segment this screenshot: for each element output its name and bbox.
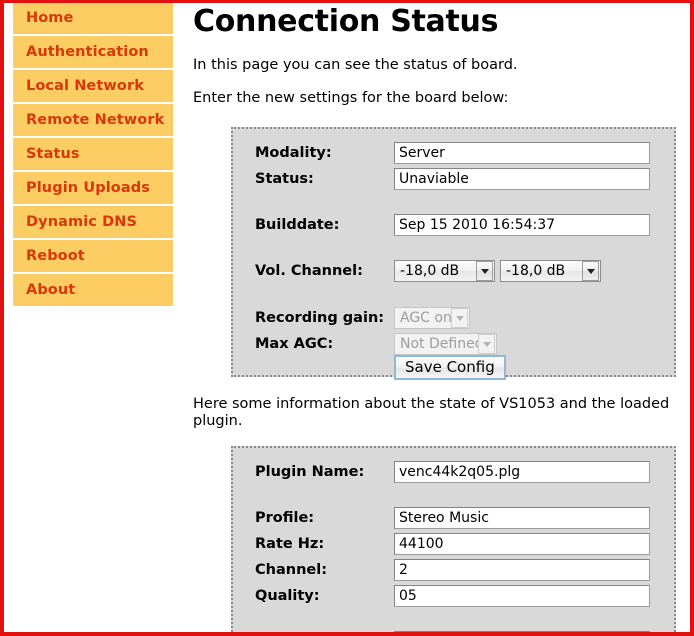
sidebar-item-about[interactable]: About — [13, 274, 173, 306]
field-row-recording-gain: Recording gain: AGC on — [233, 307, 674, 329]
builddate-label: Builddate: — [255, 217, 340, 233]
field-row-vol-channel: Vol. Channel: -18,0 dB -18,0 dB — [233, 260, 674, 282]
vol-channel-label: Vol. Channel: — [255, 263, 363, 279]
channel-label: Channel: — [255, 562, 327, 578]
vol-channel-left-select[interactable]: -18,0 dB — [394, 260, 495, 282]
plugin-info-panel: Plugin Name: Profile: Rate Hz: Channel: … — [231, 446, 676, 632]
field-row-save: Save Config — [233, 355, 674, 380]
plugin-name-label: Plugin Name: — [255, 464, 365, 480]
vol-channel-right-value: -18,0 dB — [506, 263, 566, 279]
max-agc-value: Not Defined — [400, 336, 478, 352]
sidebar-item-authentication[interactable]: Authentication — [13, 36, 173, 70]
vol-channel-right-select[interactable]: -18,0 dB — [500, 260, 601, 282]
intro-text-settings: Enter the new settings for the board bel… — [193, 90, 509, 106]
sidebar-item-local-network[interactable]: Local Network — [13, 70, 173, 104]
quality-input[interactable] — [394, 585, 650, 607]
sidebar-item-plugin-uploads[interactable]: Plugin Uploads — [13, 172, 173, 206]
field-row-max-agc: Max AGC: Not Defined — [233, 333, 674, 355]
sidebar-item-label: Local Network — [26, 78, 144, 94]
page-frame: Home Authentication Local Network Remote… — [0, 0, 694, 636]
field-row-status: Status: — [233, 168, 674, 190]
profile-label: Profile: — [255, 510, 315, 526]
status-label: Status: — [255, 171, 314, 187]
chevron-down-icon — [478, 334, 495, 354]
rate-hz-input[interactable] — [394, 533, 650, 555]
field-row-quality: Quality: — [233, 585, 674, 607]
chevron-down-icon — [476, 261, 493, 281]
rate-hz-label: Rate Hz: — [255, 536, 325, 552]
field-row-rate-hz: Rate Hz: — [233, 533, 674, 555]
field-row-plugin-name: Plugin Name: — [233, 461, 674, 483]
intro-text-status: In this page you can see the status of b… — [193, 57, 518, 73]
recording-gain-value: AGC on — [400, 310, 451, 326]
chevron-down-icon — [451, 308, 468, 328]
field-row-builddate: Builddate: — [233, 214, 674, 236]
max-agc-label: Max AGC: — [255, 336, 334, 352]
plugin-name-input[interactable] — [394, 461, 650, 483]
sidebar-item-label: Reboot — [26, 248, 85, 264]
sidebar-item-reboot[interactable]: Reboot — [13, 240, 173, 274]
sidebar-item-label: Remote Network — [26, 112, 165, 128]
recording-gain-select: AGC on — [394, 307, 470, 329]
volume-label: Volume: — [255, 631, 321, 632]
chevron-down-icon — [582, 261, 599, 281]
board-settings-panel: Modality: Status: Builddate: Vol. Channe… — [231, 127, 676, 380]
sidebar-item-dynamic-dns[interactable]: Dynamic DNS — [13, 206, 173, 240]
plugin-section-note: Here some information about the state of… — [193, 396, 670, 429]
profile-input[interactable] — [394, 507, 650, 529]
page-title: Connection Status — [193, 4, 499, 39]
field-row-channel: Channel: — [233, 559, 674, 581]
status-input[interactable] — [394, 168, 650, 190]
sidebar-item-label: Plugin Uploads — [26, 180, 150, 196]
sidebar-item-home[interactable]: Home — [13, 3, 173, 36]
sidebar-item-label: Dynamic DNS — [26, 214, 138, 230]
quality-label: Quality: — [255, 588, 320, 604]
sidebar-item-remote-network[interactable]: Remote Network — [13, 104, 173, 138]
sidebar-item-label: Home — [26, 10, 74, 26]
field-row-modality: Modality: — [233, 142, 674, 164]
modality-label: Modality: — [255, 145, 332, 161]
builddate-input[interactable] — [394, 214, 650, 236]
channel-input[interactable] — [394, 559, 650, 581]
save-config-button[interactable]: Save Config — [394, 355, 506, 380]
recording-gain-label: Recording gain: — [255, 310, 385, 326]
main-content: Connection Status In this page you can s… — [193, 3, 690, 632]
modality-input[interactable] — [394, 142, 650, 164]
max-agc-select: Not Defined — [394, 333, 497, 355]
sidebar-navigation: Home Authentication Local Network Remote… — [13, 3, 173, 306]
volume-input[interactable] — [394, 631, 650, 632]
field-row-profile: Profile: — [233, 507, 674, 529]
vol-channel-left-value: -18,0 dB — [400, 263, 460, 279]
sidebar-item-label: About — [26, 282, 76, 298]
sidebar-item-label: Status — [26, 146, 80, 162]
sidebar-item-status[interactable]: Status — [13, 138, 173, 172]
field-row-volume: Volume: — [233, 631, 674, 632]
sidebar-item-label: Authentication — [26, 44, 149, 60]
